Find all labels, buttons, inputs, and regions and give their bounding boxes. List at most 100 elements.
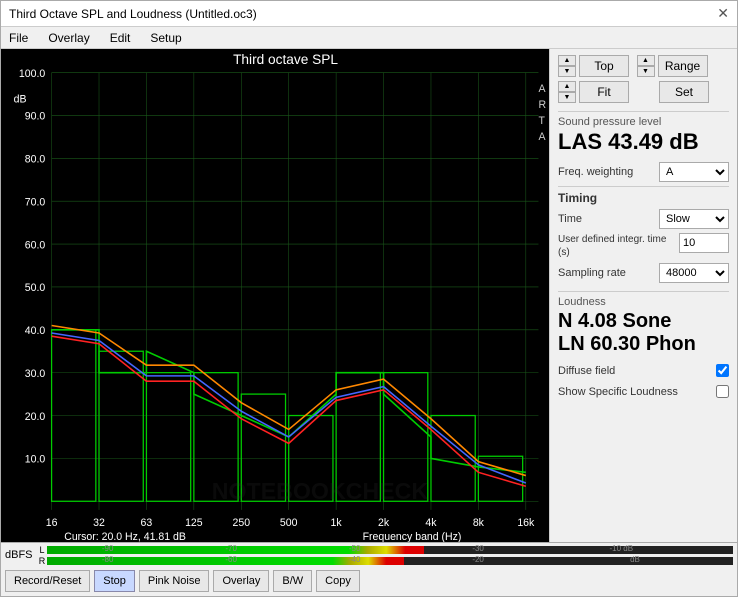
menu-edit[interactable]: Edit [106, 30, 135, 46]
chart-svg: 100.0 90.0 80.0 70.0 60.0 50.0 40.0 30.0… [1, 49, 549, 542]
fit-down-btn[interactable]: ▼ [558, 92, 576, 103]
bottom-area: dBFS L -90 -70 -50 -30 -10 dB [1, 542, 737, 596]
specific-loudness-row: Show Specific Loudness [558, 385, 729, 398]
main-window: Third Octave SPL and Loudness (Untitled.… [0, 0, 738, 597]
right-panel: ▲ ▼ Top ▲ ▼ Fit [549, 49, 737, 542]
top-button[interactable]: Top [579, 55, 629, 77]
svg-text:100.0: 100.0 [19, 68, 45, 80]
loudness-label: Loudness [558, 296, 729, 308]
fit-button[interactable]: Fit [579, 81, 629, 103]
pink-noise-button[interactable]: Pink Noise [139, 570, 210, 592]
sampling-select[interactable]: 44100 48000 96000 [659, 263, 729, 283]
specific-loudness-checkbox[interactable] [716, 385, 729, 398]
svg-text:63: 63 [141, 517, 153, 529]
range-down-btn[interactable]: ▼ [637, 66, 655, 77]
freq-weight-row: Freq. weighting A B C Z [558, 162, 729, 182]
integr-input[interactable] [679, 233, 729, 253]
svg-text:90.0: 90.0 [25, 111, 46, 123]
range-button[interactable]: Range [658, 55, 708, 77]
svg-text:250: 250 [233, 517, 251, 529]
svg-text:R: R [538, 99, 546, 111]
top-up-btn[interactable]: ▲ [558, 55, 576, 66]
overlay-button[interactable]: Overlay [213, 570, 269, 592]
L-channel-label: L [37, 545, 47, 555]
set-button[interactable]: Set [659, 81, 709, 103]
sampling-row: Sampling rate 44100 48000 96000 [558, 263, 729, 283]
record-reset-button[interactable]: Record/Reset [5, 570, 90, 592]
svg-text:A: A [538, 131, 546, 143]
fit-spinner: ▲ ▼ [558, 81, 576, 103]
svg-text:16: 16 [46, 517, 58, 529]
time-row: Time Fast Slow Impulse User [558, 209, 729, 229]
svg-text:10.0: 10.0 [25, 454, 46, 466]
range-set-group: ▲ ▼ Range Set [635, 55, 709, 103]
timing-section: Timing Time Fast Slow Impulse User User … [558, 186, 729, 287]
svg-text:T: T [538, 115, 545, 127]
freq-weight-label: Freq. weighting [558, 166, 633, 178]
svg-text:dB: dB [14, 94, 27, 106]
svg-text:2k: 2k [378, 517, 390, 529]
dBFS-label: dBFS [5, 549, 37, 561]
svg-text:32: 32 [93, 517, 105, 529]
svg-text:Third octave SPL: Third octave SPL [233, 51, 338, 67]
spl-value: LAS 43.49 dB [558, 130, 729, 154]
range-spinner: ▲ ▼ [637, 55, 655, 77]
meter-container: L -90 -70 -50 -30 -10 dB R [37, 545, 733, 566]
loudness-section: Loudness N 4.08 Sone LN 60.30 Phon [558, 291, 729, 356]
loudness-value-line1: N 4.08 Sone [558, 310, 729, 333]
freq-weight-select[interactable]: A B C Z [659, 162, 729, 182]
L-meter-bar: -90 -70 -50 -30 -10 dB [47, 546, 733, 554]
diffuse-label: Diffuse field [558, 365, 615, 377]
top-spinner: ▲ ▼ [558, 55, 576, 77]
svg-text:1k: 1k [331, 517, 343, 529]
stop-button[interactable]: Stop [94, 570, 135, 592]
spl-section: Sound pressure level LAS 43.49 dB [558, 111, 729, 154]
close-button[interactable]: ✕ [717, 5, 729, 22]
svg-text:50.0: 50.0 [25, 282, 46, 294]
svg-text:4k: 4k [425, 517, 437, 529]
svg-text:30.0: 30.0 [25, 368, 46, 380]
timing-title: Timing [558, 191, 729, 205]
top-fit-group: ▲ ▼ Top ▲ ▼ Fit [558, 55, 629, 103]
menu-overlay[interactable]: Overlay [44, 30, 93, 46]
menu-bar: File Overlay Edit Setup [1, 27, 737, 49]
copy-button[interactable]: Copy [316, 570, 360, 592]
main-content: 100.0 90.0 80.0 70.0 60.0 50.0 40.0 30.0… [1, 49, 737, 542]
top-down-btn[interactable]: ▼ [558, 66, 576, 77]
chart-area: 100.0 90.0 80.0 70.0 60.0 50.0 40.0 30.0… [1, 49, 549, 542]
svg-text:20.0: 20.0 [25, 411, 46, 423]
svg-text:125: 125 [185, 517, 203, 529]
svg-text:8k: 8k [473, 517, 485, 529]
svg-text:80.0: 80.0 [25, 154, 46, 166]
svg-text:70.0: 70.0 [25, 196, 46, 208]
svg-text:60.0: 60.0 [25, 239, 46, 251]
menu-setup[interactable]: Setup [146, 30, 185, 46]
meter-row-R: R -80 -60 -40 -20 dB [37, 556, 733, 566]
R-meter-bar: -80 -60 -40 -20 dB [47, 557, 733, 565]
time-label: Time [558, 213, 659, 225]
loudness-value-line2: LN 60.30 Phon [558, 333, 729, 356]
title-bar: Third Octave SPL and Loudness (Untitled.… [1, 1, 737, 27]
svg-text:500: 500 [280, 517, 298, 529]
diffuse-checkbox[interactable] [716, 364, 729, 377]
integr-row: User defined integr. time (s) [558, 233, 729, 259]
time-select[interactable]: Fast Slow Impulse User [659, 209, 729, 229]
svg-text:Cursor: 20.0 Hz, 41.81 dB: Cursor: 20.0 Hz, 41.81 dB [64, 531, 186, 542]
svg-text:A: A [538, 83, 546, 95]
svg-text:Frequency band (Hz): Frequency band (Hz) [363, 531, 462, 542]
spl-label: Sound pressure level [558, 116, 729, 128]
window-title: Third Octave SPL and Loudness (Untitled.… [9, 7, 257, 21]
dBFS-row: dBFS L -90 -70 -50 -30 -10 dB [1, 543, 737, 567]
svg-text:NOTEBOOKCHECK: NOTEBOOKCHECK [212, 478, 428, 504]
specific-loudness-label: Show Specific Loudness [558, 386, 678, 398]
menu-file[interactable]: File [5, 30, 32, 46]
sampling-label: Sampling rate [558, 267, 659, 279]
range-up-btn[interactable]: ▲ [637, 55, 655, 66]
integr-label: User defined integr. time (s) [558, 233, 679, 259]
bw-button[interactable]: B/W [273, 570, 312, 592]
R-channel-label: R [37, 556, 47, 566]
top-controls: ▲ ▼ Top ▲ ▼ Fit [558, 55, 729, 103]
diffuse-row: Diffuse field [558, 364, 729, 377]
svg-text:40.0: 40.0 [25, 325, 46, 337]
fit-up-btn[interactable]: ▲ [558, 81, 576, 92]
